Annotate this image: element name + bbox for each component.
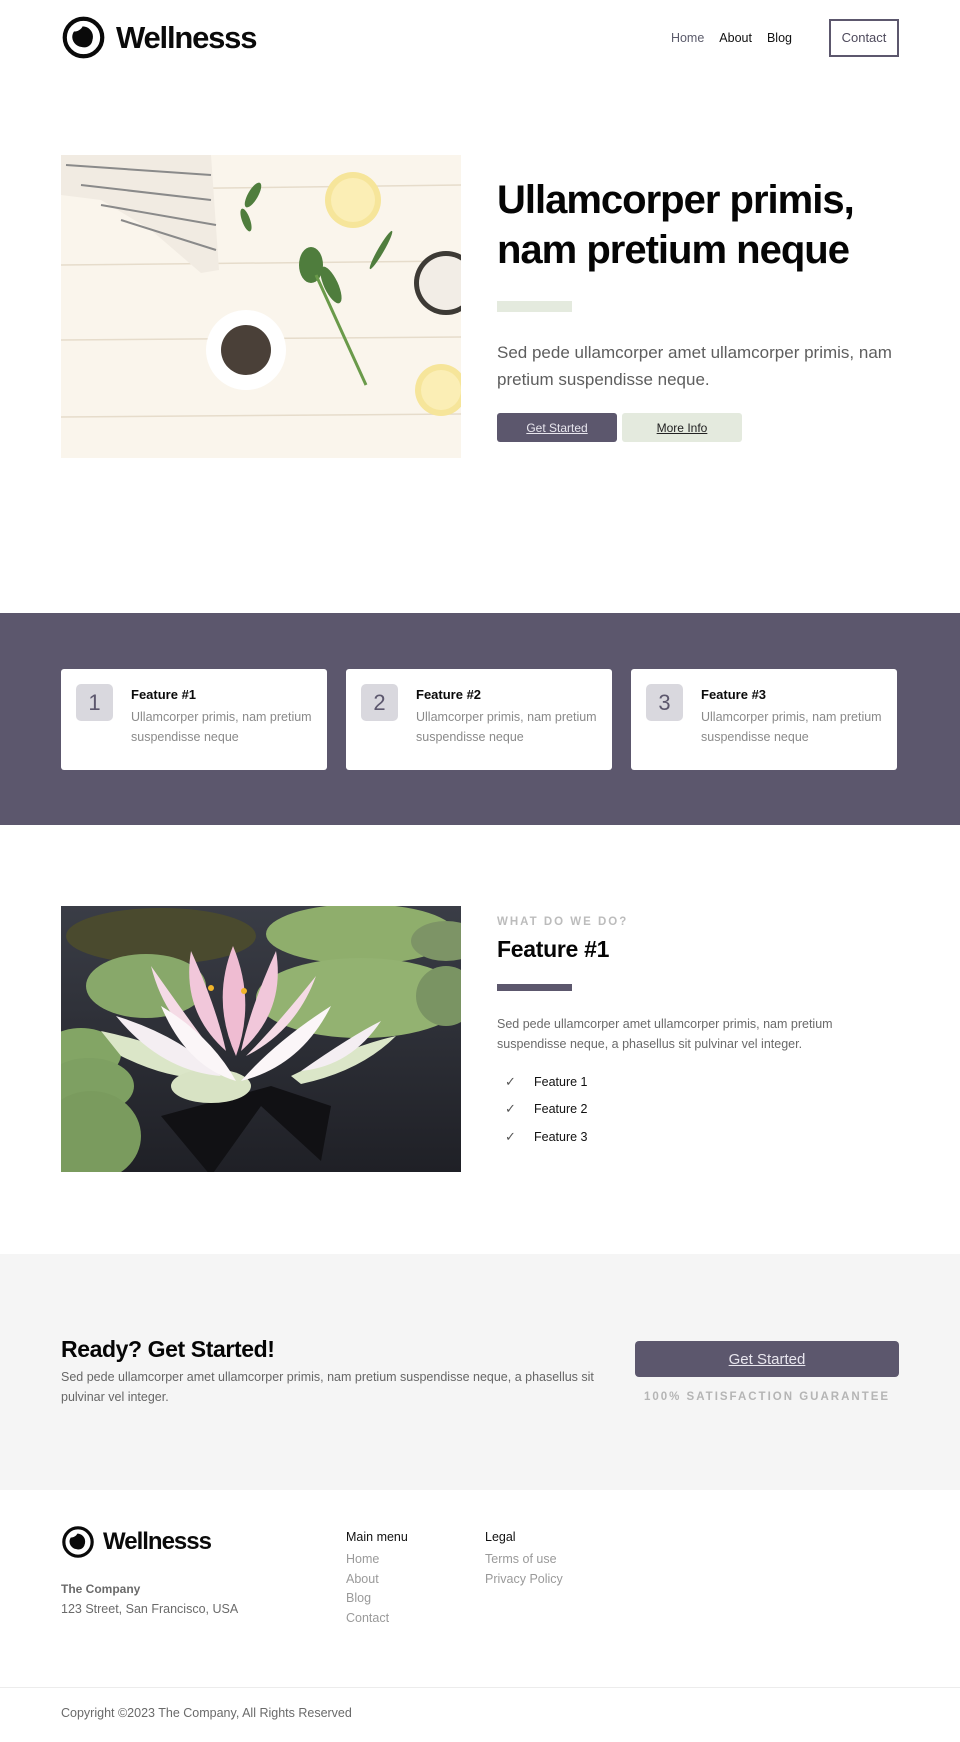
footer-link-contact[interactable]: Contact <box>346 1609 485 1629</box>
feature-number-badge: 2 <box>361 684 398 721</box>
cta-section: Ready? Get Started! Sed pede ullamcorper… <box>0 1254 960 1490</box>
dark-divider <box>497 984 572 991</box>
feature-card: 1 Feature #1 Ullamcorper primis, nam pre… <box>61 669 327 770</box>
lotus-image <box>61 906 461 1172</box>
feature-number-badge: 3 <box>646 684 683 721</box>
more-info-button[interactable]: More Info <box>622 413 742 442</box>
footer-link-terms[interactable]: Terms of use <box>485 1550 624 1570</box>
hero-section: Ullamcorper primis, nam pretium neque Se… <box>0 75 960 613</box>
herbs-photo-illustration <box>61 155 461 458</box>
company-name: The Company <box>61 1582 141 1596</box>
accent-divider <box>497 301 572 312</box>
copyright-text: Copyright ©2023 The Company, All Rights … <box>61 1706 352 1720</box>
check-icon: ✓ <box>505 1101 516 1117</box>
main-nav: Home About Blog Contact <box>656 18 899 57</box>
hero-content: Ullamcorper primis, nam pretium neque Se… <box>497 155 899 458</box>
cta-get-started-button[interactable]: Get Started <box>635 1341 899 1377</box>
footer-link-home[interactable]: Home <box>346 1550 485 1570</box>
footer-legal-title: Legal <box>485 1530 516 1544</box>
feature-card: 2 Feature #2 Ullamcorper primis, nam pre… <box>346 669 612 770</box>
contact-button[interactable]: Contact <box>829 18 899 57</box>
eye-circle-logo-icon <box>62 1526 94 1558</box>
brand-name: Wellnesss <box>116 19 257 55</box>
footer-main-menu-title: Main menu <box>346 1530 408 1544</box>
footer-link-about[interactable]: About <box>346 1570 485 1590</box>
check-icon: ✓ <box>505 1128 516 1144</box>
hero-title: Ullamcorper primis, nam pretium neque <box>497 178 855 272</box>
cta-description: Sed pede ullamcorper amet ullamcorper pr… <box>61 1370 594 1404</box>
cta-title: Ready? Get Started! <box>61 1336 275 1362</box>
nav-blog[interactable]: Blog <box>767 31 792 45</box>
feature-description: Ullamcorper primis, nam pretium suspendi… <box>416 710 597 744</box>
what-we-do-content: WHAT DO WE DO? Feature #1 Sed pede ullam… <box>497 906 867 1172</box>
eye-circle-logo-icon <box>62 16 105 59</box>
footer-main-menu: Main menu Home About Blog Contact <box>346 1525 485 1628</box>
hero-description: Sed pede ullamcorper amet ullamcorper pr… <box>497 343 892 389</box>
what-we-do-section: WHAT DO WE DO? Feature #1 Sed pede ullam… <box>0 825 960 1254</box>
footer-link-privacy[interactable]: Privacy Policy <box>485 1570 624 1590</box>
get-started-button[interactable]: Get Started <box>497 413 617 442</box>
features-section: 1 Feature #1 Ullamcorper primis, nam pre… <box>0 613 960 825</box>
copyright-bar: Copyright ©2023 The Company, All Rights … <box>0 1687 960 1742</box>
footer-legal: Legal Terms of use Privacy Policy <box>485 1525 624 1628</box>
hero-buttons: Get Started More Info <box>497 413 899 442</box>
footer-link-blog[interactable]: Blog <box>346 1589 485 1609</box>
satisfaction-guarantee: 100% SATISFACTION GUARANTEE <box>643 1391 891 1403</box>
feature-card: 3 Feature #3 Ullamcorper primis, nam pre… <box>631 669 897 770</box>
checklist-item: ✓ Feature 1 <box>497 1068 867 1096</box>
checklist-label: Feature 1 <box>534 1074 588 1089</box>
nav-about[interactable]: About <box>719 31 752 45</box>
feature-checklist: ✓ Feature 1 ✓ Feature 2 ✓ Feature 3 <box>497 1068 867 1151</box>
footer-logo[interactable]: Wellnesss <box>61 1525 346 1559</box>
section-title: Feature #1 <box>497 936 610 962</box>
feature-title: Feature #1 <box>131 687 197 702</box>
checklist-item: ✓ Feature 2 <box>497 1096 867 1124</box>
checklist-label: Feature 3 <box>534 1129 588 1144</box>
brand-logo[interactable]: Wellnesss <box>61 15 257 60</box>
nav-home[interactable]: Home <box>671 31 704 45</box>
company-address: 123 Street, San Francisco, USA <box>61 1602 239 1616</box>
site-header: Wellnesss Home About Blog Contact <box>0 0 960 75</box>
check-icon: ✓ <box>505 1073 516 1089</box>
lotus-photo-illustration <box>61 906 461 1172</box>
section-description: Sed pede ullamcorper amet ullamcorper pr… <box>497 1017 833 1051</box>
feature-number-badge: 1 <box>76 684 113 721</box>
feature-description: Ullamcorper primis, nam pretium suspendi… <box>701 710 882 744</box>
feature-title: Feature #3 <box>701 687 767 702</box>
feature-description: Ullamcorper primis, nam pretium suspendi… <box>131 710 312 744</box>
hero-image <box>61 155 461 458</box>
checklist-item: ✓ Feature 3 <box>497 1123 867 1151</box>
feature-title: Feature #2 <box>416 687 482 702</box>
checklist-label: Feature 2 <box>534 1102 588 1117</box>
section-eyebrow: WHAT DO WE DO? <box>497 916 629 928</box>
footer-brand-name: Wellnesss <box>103 1528 212 1555</box>
site-footer: Wellnesss The Company 123 Street, San Fr… <box>0 1490 960 1687</box>
